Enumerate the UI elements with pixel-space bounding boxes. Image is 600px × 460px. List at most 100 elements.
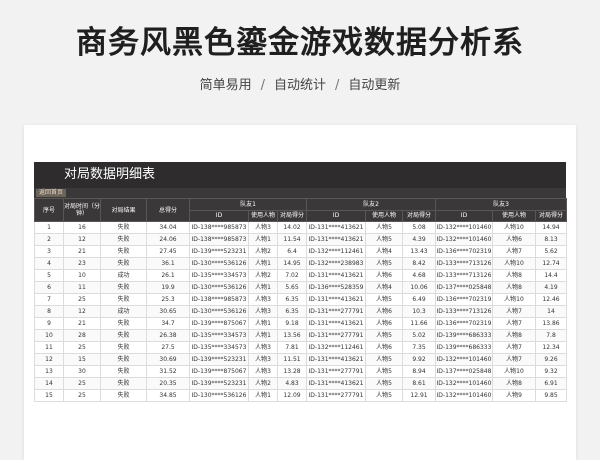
table-cell: 7.02 xyxy=(277,269,307,282)
table-cell: 6.91 xyxy=(535,377,567,390)
table-cell: ID-136****702319 xyxy=(435,293,493,306)
table-cell: 9 xyxy=(34,317,64,330)
table-cell: 成功 xyxy=(100,269,147,282)
table-cell: 失败 xyxy=(100,353,147,366)
table-cell: 6.35 xyxy=(277,305,307,318)
table-cell: 25.3 xyxy=(146,293,190,306)
table-cell: 12.46 xyxy=(535,293,567,306)
table-cell: 失败 xyxy=(100,377,147,390)
table-cell: 12.91 xyxy=(402,389,436,402)
table-cell: ID-130****536126 xyxy=(189,305,249,318)
table-cell: 失败 xyxy=(100,221,147,234)
table-cell: 4.68 xyxy=(402,269,436,282)
table-cell: 人物4 xyxy=(365,281,403,294)
table-cell: 失败 xyxy=(100,281,147,294)
col-character: 使用人物 xyxy=(365,210,403,222)
table-cell: ID-131****277791 xyxy=(306,389,366,402)
table-cell: ID-132****101460 xyxy=(435,221,493,234)
page-header: 商务风黑色鎏金游戏数据分析系 简单易用 / 自动统计 / 自动更新 xyxy=(0,0,600,125)
table-body: 1 16 失败 34.04 ID-138****985873 人物3 14.02 ID-131… xyxy=(34,221,567,402)
table-cell: 8 xyxy=(34,305,64,318)
table-cell: ID-131****413621 xyxy=(306,233,366,246)
table-cell: 10 xyxy=(34,329,64,342)
table-cell: 7.8 xyxy=(535,329,567,342)
col-total: 总得分 xyxy=(146,198,190,222)
table-row: 4 23 失败 36.1 ID-130****536126 人物1 14.95 ID-132*… xyxy=(34,257,567,270)
table-cell: 12.74 xyxy=(535,257,567,270)
table-cell: 25 xyxy=(63,341,101,354)
table-cell: 人物1 xyxy=(248,257,278,270)
table-cell: 1 xyxy=(34,221,64,234)
col-score: 对局得分 xyxy=(402,210,436,222)
table-cell: 13.43 xyxy=(402,245,436,258)
table-cell: ID-139****686333 xyxy=(435,341,493,354)
table-cell: 人物3 xyxy=(248,365,278,378)
table-cell: ID-133****713126 xyxy=(435,269,493,282)
table-cell: 人物6 xyxy=(365,341,403,354)
table-cell: 失败 xyxy=(100,233,147,246)
table-cell: ID-136****702319 xyxy=(435,317,493,330)
table-cell: 人物10 xyxy=(492,365,536,378)
table-cell: 人物5 xyxy=(365,377,403,390)
table-cell: 人物8 xyxy=(492,281,536,294)
table-cell: 人物5 xyxy=(365,293,403,306)
table-cell: 人物2 xyxy=(248,245,278,258)
table-cell: 12 xyxy=(34,353,64,366)
table-cell: ID-131****277791 xyxy=(306,329,366,342)
table-cell: 12.34 xyxy=(535,341,567,354)
table-cell: ID-139****523231 xyxy=(189,245,249,258)
table-cell: ID-131****277791 xyxy=(306,365,366,378)
table-row: 8 12 成功 30.65 ID-130****536126 人物3 6.35 ID-131*… xyxy=(34,305,567,318)
table-cell: ID-132****238983 xyxy=(306,257,366,270)
col-team-3: 队友3 xyxy=(435,198,567,211)
separator: / xyxy=(335,78,340,93)
table-cell: 14.02 xyxy=(277,221,307,234)
table-cell: 20.35 xyxy=(146,377,190,390)
table-cell: 人物6 xyxy=(492,233,536,246)
table-cell: 9.18 xyxy=(277,317,307,330)
table-cell: 16 xyxy=(63,221,101,234)
table-cell: 19.9 xyxy=(146,281,190,294)
table-cell: ID-131****413621 xyxy=(306,221,366,234)
table-cell: 失败 xyxy=(100,293,147,306)
table-cell: 31.52 xyxy=(146,365,190,378)
table-cell: 人物8 xyxy=(492,377,536,390)
table-cell: ID-139****875067 xyxy=(189,365,249,378)
table-cell: ID-139****523231 xyxy=(189,377,249,390)
table-cell: 人物3 xyxy=(248,221,278,234)
table-cell: 4 xyxy=(34,257,64,270)
table-cell: 失败 xyxy=(100,329,147,342)
table-row: 10 28 失败 26.38 ID-135****334573 人物1 13.56 ID-13… xyxy=(34,329,567,342)
table-cell: 失败 xyxy=(100,365,147,378)
table-cell: ID-130****536126 xyxy=(189,389,249,402)
col-score: 对局得分 xyxy=(277,210,307,222)
table-cell: 9.85 xyxy=(535,389,567,402)
table-cell: 30 xyxy=(63,365,101,378)
table-cell: 人物6 xyxy=(365,269,403,282)
table-cell: 11 xyxy=(63,281,101,294)
table-cell: 人物5 xyxy=(365,233,403,246)
table-cell: 15 xyxy=(63,353,101,366)
table-cell: 人物3 xyxy=(248,293,278,306)
col-id: ID xyxy=(306,210,366,222)
table-cell: 13.56 xyxy=(277,329,307,342)
table-cell: 失败 xyxy=(100,389,147,402)
col-time: 对局时间（分钟） xyxy=(63,198,101,222)
table-cell: 30.69 xyxy=(146,353,190,366)
table-cell: 12 xyxy=(63,305,101,318)
table-cell: ID-136****702319 xyxy=(435,245,493,258)
table-cell: 人物6 xyxy=(365,305,403,318)
col-seq: 序号 xyxy=(34,198,64,222)
table-cell: 14 xyxy=(34,377,64,390)
table-cell: 7 xyxy=(34,293,64,306)
table-cell: 人物8 xyxy=(492,269,536,282)
table-cell: 21 xyxy=(63,245,101,258)
back-home-button[interactable]: 返回首页 xyxy=(36,189,67,197)
table-cell: 5.02 xyxy=(402,329,436,342)
table-cell: 人物5 xyxy=(365,329,403,342)
table-row: 15 25 失败 34.85 ID-130****536126 人物1 12.09 ID-13… xyxy=(34,389,567,402)
table-cell: 9.26 xyxy=(535,353,567,366)
table-cell: ID-137****025848 xyxy=(435,365,493,378)
table-cell: 14.94 xyxy=(535,221,567,234)
table-row: 3 21 失败 27.45 ID-139****523231 人物2 6.4 ID-132**… xyxy=(34,245,567,258)
